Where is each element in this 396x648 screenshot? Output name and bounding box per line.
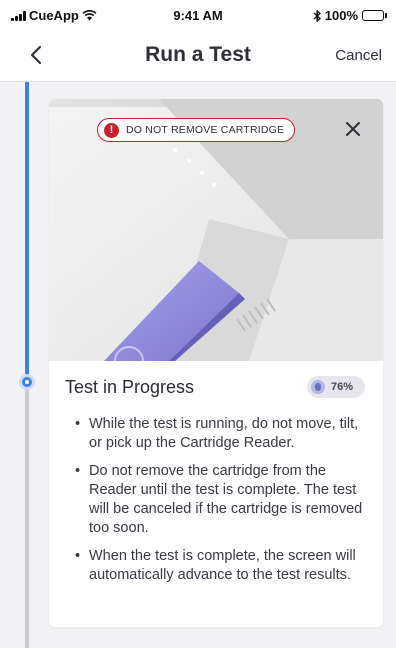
battery-icon <box>362 10 387 21</box>
instruction-item: When the test is complete, the screen wi… <box>75 547 371 585</box>
test-progress-card: ! DO NOT REMOVE CARTRIDGE Test in Progre… <box>49 99 383 627</box>
do-not-remove-warning: ! DO NOT REMOVE CARTRIDGE <box>97 118 296 142</box>
timeline-progress <box>25 82 29 382</box>
instruction-item: While the test is running, do not move, … <box>75 415 371 453</box>
warning-label: DO NOT REMOVE CARTRIDGE <box>126 124 285 136</box>
cancel-button[interactable]: Cancel <box>335 47 382 64</box>
status-right: 100% <box>313 8 387 23</box>
close-button[interactable] <box>341 117 365 141</box>
status-bar: CueApp 9:41 AM 100% <box>0 0 396 30</box>
battery-percent: 100% <box>324 8 358 23</box>
progress-percent: 76% <box>331 381 354 393</box>
cartridge-icon <box>311 380 325 394</box>
test-status-title: Test in Progress <box>65 377 195 397</box>
progress-badge: 76% <box>307 376 365 398</box>
instruction-item: Do not remove the cartridge from the Rea… <box>75 462 371 538</box>
card-body: Test in Progress 76% While the test is r… <box>49 361 383 627</box>
exclamation-icon: ! <box>104 122 119 138</box>
nav-bar: Run a Test Cancel <box>0 30 396 82</box>
instruction-list: While the test is running, do not move, … <box>75 415 371 594</box>
timeline-step-marker <box>19 373 35 390</box>
close-icon <box>346 122 360 136</box>
bluetooth-icon <box>313 9 321 22</box>
cartridge-illustration: ! DO NOT REMOVE CARTRIDGE <box>49 99 383 361</box>
